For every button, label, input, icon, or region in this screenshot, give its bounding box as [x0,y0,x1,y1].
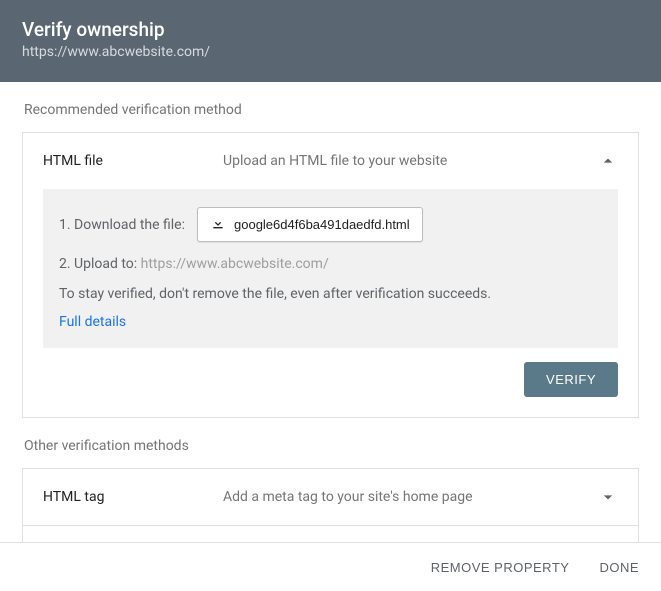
step-2-url: https://www.abcwebsite.com/ [141,256,329,272]
scroll-area[interactable]: Recommended verification method HTML fil… [0,82,661,548]
dialog-url: https://www.abcwebsite.com/ [22,44,639,60]
method-desc: Upload an HTML file to your website [223,153,598,169]
method-desc: Add a meta tag to your site's home page [223,489,598,505]
remove-property-button[interactable]: REMOVE PROPERTY [431,560,570,575]
step-2-row: 2. Upload to: https://www.abcwebsite.com… [59,256,602,272]
step-1-row: 1. Download the file: google6d4f6ba491da… [59,207,602,242]
method-name: HTML tag [43,489,223,505]
chevron-down-icon [598,487,618,507]
other-section-label: Other verification methods [24,438,639,454]
verify-button[interactable]: VERIFY [524,362,618,397]
verification-note: To stay verified, don't remove the file,… [59,286,602,302]
recommended-section-label: Recommended verification method [24,102,639,118]
done-button[interactable]: DONE [599,560,639,575]
download-icon [210,215,226,234]
step-2-prefix: 2. Upload to: [59,256,141,272]
dialog-title: Verify ownership [22,18,639,41]
step-1-label: 1. Download the file: [59,217,185,233]
full-details-link[interactable]: Full details [59,314,126,330]
chevron-up-icon [598,151,618,171]
dialog-header: Verify ownership https://www.abcwebsite.… [0,0,661,82]
verify-row: VERIFY [23,362,638,417]
download-filename: google6d4f6ba491daedfd.html [234,217,410,232]
dialog-footer: REMOVE PROPERTY DONE [0,542,661,591]
method-card-html-file: HTML file Upload an HTML file to your we… [22,132,639,418]
method-card-html-tag: HTML tag Add a meta tag to your site's h… [22,468,639,526]
method-header-html-tag[interactable]: HTML tag Add a meta tag to your site's h… [23,469,638,525]
method-header-html-file[interactable]: HTML file Upload an HTML file to your we… [23,133,638,189]
download-file-button[interactable]: google6d4f6ba491daedfd.html [197,207,423,242]
method-body-html-file: 1. Download the file: google6d4f6ba491da… [43,189,618,348]
method-name: HTML file [43,153,223,169]
